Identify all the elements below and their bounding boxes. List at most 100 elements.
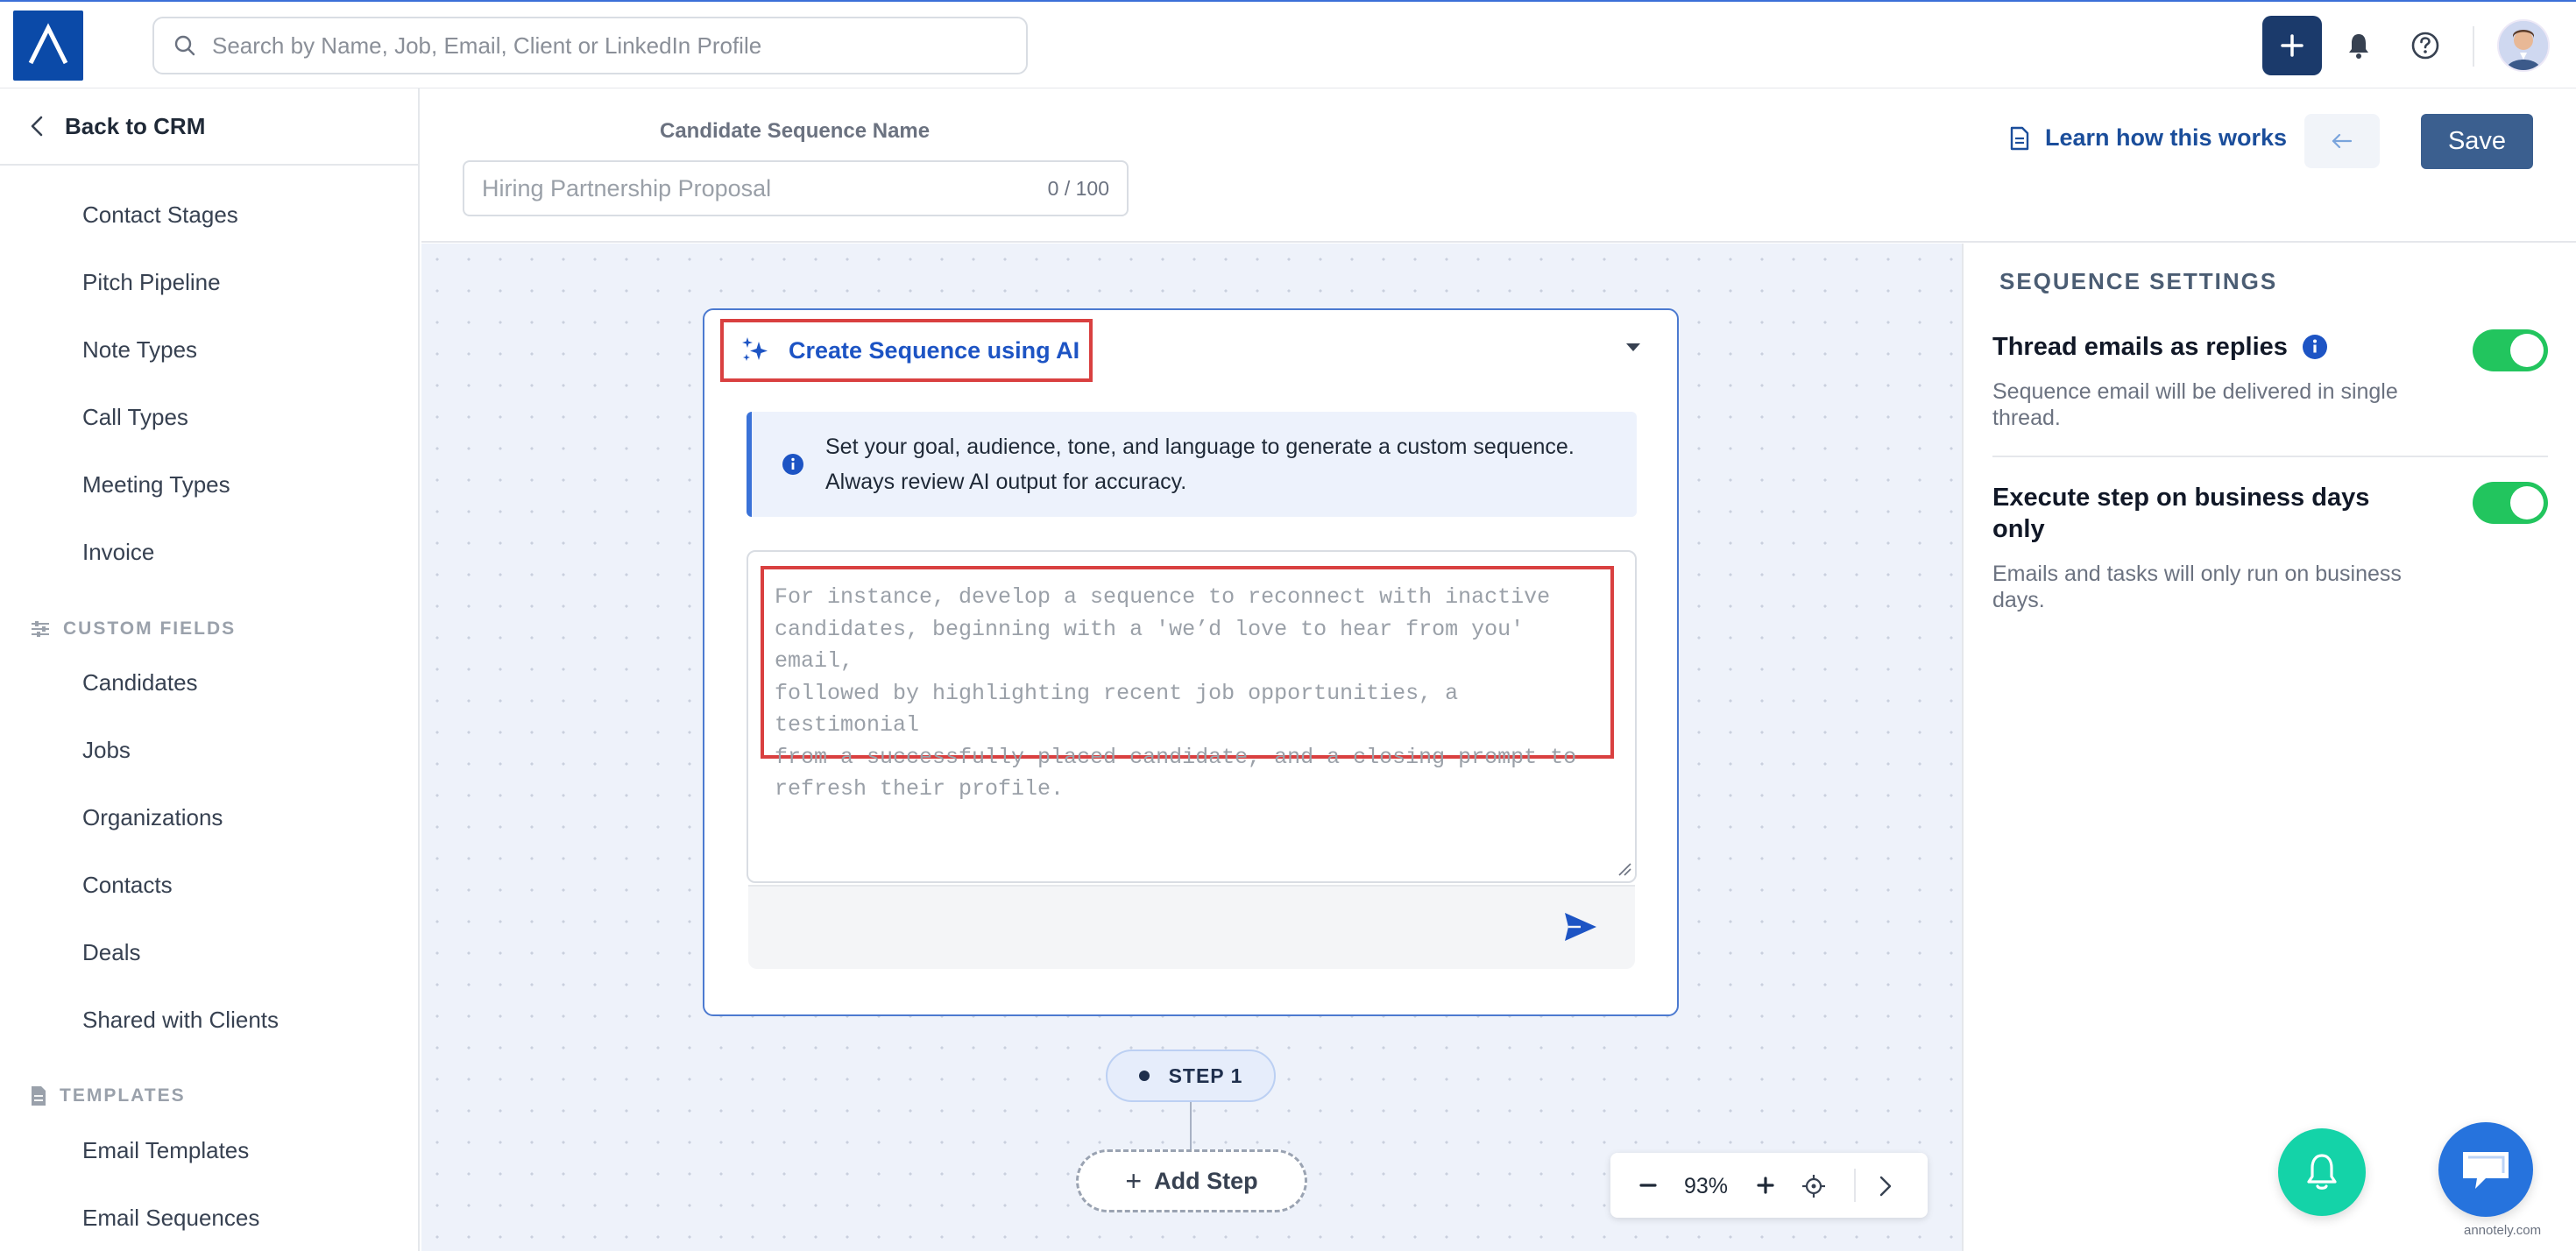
sidebar-item-jobs[interactable]: Jobs	[82, 737, 131, 764]
sidebar-item-pitch-pipeline[interactable]: Pitch Pipeline	[82, 269, 221, 296]
zoom-in-icon[interactable]	[1756, 1176, 1775, 1195]
custom-fields-section-header: CUSTOM FIELDS	[30, 618, 236, 640]
learn-how-label: Learn how this works	[2045, 124, 2288, 151]
global-search[interactable]	[152, 17, 1028, 74]
user-avatar[interactable]	[2497, 19, 2550, 72]
zoom-level: 93%	[1684, 1174, 1729, 1198]
sidebar-item-email-sequences[interactable]: Email Sequences	[82, 1205, 259, 1232]
ai-prompt-placeholder-box[interactable]: For instance, develop a sequence to reco…	[761, 566, 1614, 802]
sidebar-item-meeting-types[interactable]: Meeting Types	[82, 471, 230, 498]
plus-icon: +	[1125, 1164, 1143, 1197]
sidebar: Back to CRM	[0, 88, 420, 1251]
back-button[interactable]	[2304, 114, 2380, 168]
zoom-divider	[1854, 1169, 1856, 1202]
sidebar-item-deals[interactable]: Deals	[82, 939, 140, 966]
ai-card-header[interactable]: Create Sequence using AI	[720, 319, 1093, 382]
chevron-left-icon	[31, 116, 43, 137]
sliders-icon	[32, 621, 49, 637]
document-icon	[32, 1086, 46, 1106]
step-connector	[1190, 1102, 1192, 1149]
zoom-controls: 93%	[1610, 1153, 1928, 1218]
prompt-placeholder-line: refresh their profile.	[775, 776, 1065, 802]
thread-desc-line-2: thread.	[1992, 406, 2061, 430]
notification-fab[interactable]	[2278, 1128, 2366, 1216]
app-logo[interactable]	[13, 11, 83, 81]
arrow-left-icon	[2332, 133, 2353, 149]
business-days-description: Emails and tasks will only run on busine…	[1992, 561, 2402, 613]
bell-icon	[2307, 1154, 2337, 1190]
step-1-node[interactable]: STEP 1	[1106, 1050, 1276, 1102]
step-dot-icon	[1138, 1071, 1150, 1081]
thread-desc-line-1: Sequence email will be delivered in sing…	[1992, 379, 2398, 404]
thread-emails-title: Thread emails as replies	[1992, 331, 2328, 363]
business-days-label-line-2: only	[1992, 515, 2045, 543]
learn-how-link[interactable]: Learn how this works	[2010, 124, 2287, 152]
back-label: Back to CRM	[65, 112, 206, 139]
ai-card-title: Create Sequence using AI	[789, 336, 1080, 364]
sequence-name-field[interactable]: Hiring Partnership Proposal 0 / 100	[463, 160, 1129, 216]
prompt-placeholder-line: followed by highlighting recent job oppo…	[775, 680, 1459, 739]
topbar-divider	[2473, 26, 2474, 67]
business-days-title: Execute step on business days only	[1992, 482, 2369, 545]
sidebar-item-call-types[interactable]: Call Types	[82, 404, 188, 431]
step-label: STEP 1	[1168, 1064, 1243, 1087]
ai-info-line-1: Set your goal, audience, tone, and langu…	[825, 435, 1575, 459]
sidebar-item-shared-with-clients[interactable]: Shared with Clients	[82, 1007, 279, 1034]
settings-divider	[1992, 456, 2548, 457]
info-icon	[782, 454, 803, 475]
thread-emails-description: Sequence email will be delivered in sing…	[1992, 378, 2398, 431]
info-icon[interactable]	[2302, 334, 2328, 360]
recenter-icon[interactable]	[1801, 1174, 1826, 1198]
thread-emails-label: Thread emails as replies	[1992, 333, 2288, 361]
sidebar-item-contacts[interactable]: Contacts	[82, 872, 173, 899]
create-button[interactable]	[2262, 16, 2322, 75]
templates-section-header: TEMPLATES	[30, 1085, 186, 1106]
sequence-name-placeholder: Hiring Partnership Proposal	[482, 174, 772, 201]
chevron-down-icon[interactable]	[1626, 343, 1640, 351]
add-step-label: Add Step	[1154, 1167, 1258, 1194]
templates-label: TEMPLATES	[60, 1085, 186, 1106]
prompt-placeholder-line: For instance, develop a sequence to reco…	[775, 584, 1551, 610]
business-days-toggle[interactable]	[2473, 482, 2548, 524]
avatar-icon	[2499, 21, 2548, 70]
bell-icon	[2349, 34, 2368, 59]
resize-handle-icon[interactable]	[1617, 862, 1631, 876]
document-icon	[2010, 126, 2029, 150]
thread-emails-toggle[interactable]	[2473, 329, 2548, 371]
sidebar-item-email-templates[interactable]: Email Templates	[82, 1137, 249, 1164]
settings-heading: SEQUENCE SETTINGS	[1999, 268, 2278, 294]
sidebar-item-note-types[interactable]: Note Types	[82, 336, 197, 364]
top-bar	[0, 0, 2576, 88]
zoom-out-icon[interactable]	[1638, 1179, 1658, 1191]
business-desc-line-2: days.	[1992, 588, 2045, 612]
back-to-crm-link[interactable]: Back to CRM	[0, 88, 418, 166]
help-button[interactable]	[2408, 28, 2443, 63]
ai-info-text: Set your goal, audience, tone, and langu…	[825, 429, 1575, 499]
add-step-button[interactable]: + Add Step	[1076, 1149, 1307, 1212]
logo-icon	[28, 23, 68, 65]
sidebar-item-invoice[interactable]: Invoice	[82, 539, 154, 566]
sequence-name-label: Candidate Sequence Name	[660, 119, 931, 143]
prompt-placeholder-line: from a successfully placed candidate, an…	[775, 744, 1577, 770]
sidebar-item-organizations[interactable]: Organizations	[82, 804, 223, 831]
chat-fab[interactable]	[2438, 1122, 2533, 1217]
business-days-label-line-1: Execute step on business days	[1992, 484, 2370, 512]
sparkles-icon	[742, 337, 768, 361]
chat-icon	[2463, 1152, 2509, 1189]
send-icon[interactable]	[1563, 911, 1598, 943]
ai-info-banner: Set your goal, audience, tone, and langu…	[747, 412, 1637, 517]
sidebar-item-contact-stages[interactable]: Contact Stages	[82, 201, 238, 229]
toggle-knob	[2510, 486, 2544, 519]
sidebar-item-candidates[interactable]: Candidates	[82, 669, 198, 696]
plus-icon	[2281, 34, 2304, 57]
business-desc-line-1: Emails and tasks will only run on busine…	[1992, 562, 2402, 586]
sequence-name-char-count: 0 / 100	[1047, 176, 1109, 200]
chevron-right-icon[interactable]	[1879, 1175, 1893, 1198]
save-button[interactable]: Save	[2421, 114, 2533, 169]
custom-fields-label: CUSTOM FIELDS	[63, 618, 237, 639]
search-input[interactable]	[212, 32, 1001, 60]
toggle-knob	[2510, 334, 2544, 367]
watermark-text: annotely.com	[2464, 1223, 2542, 1238]
notifications-button[interactable]	[2341, 28, 2376, 63]
prompt-placeholder-line: candidates, beginning with a 'we’d love …	[775, 616, 1525, 675]
